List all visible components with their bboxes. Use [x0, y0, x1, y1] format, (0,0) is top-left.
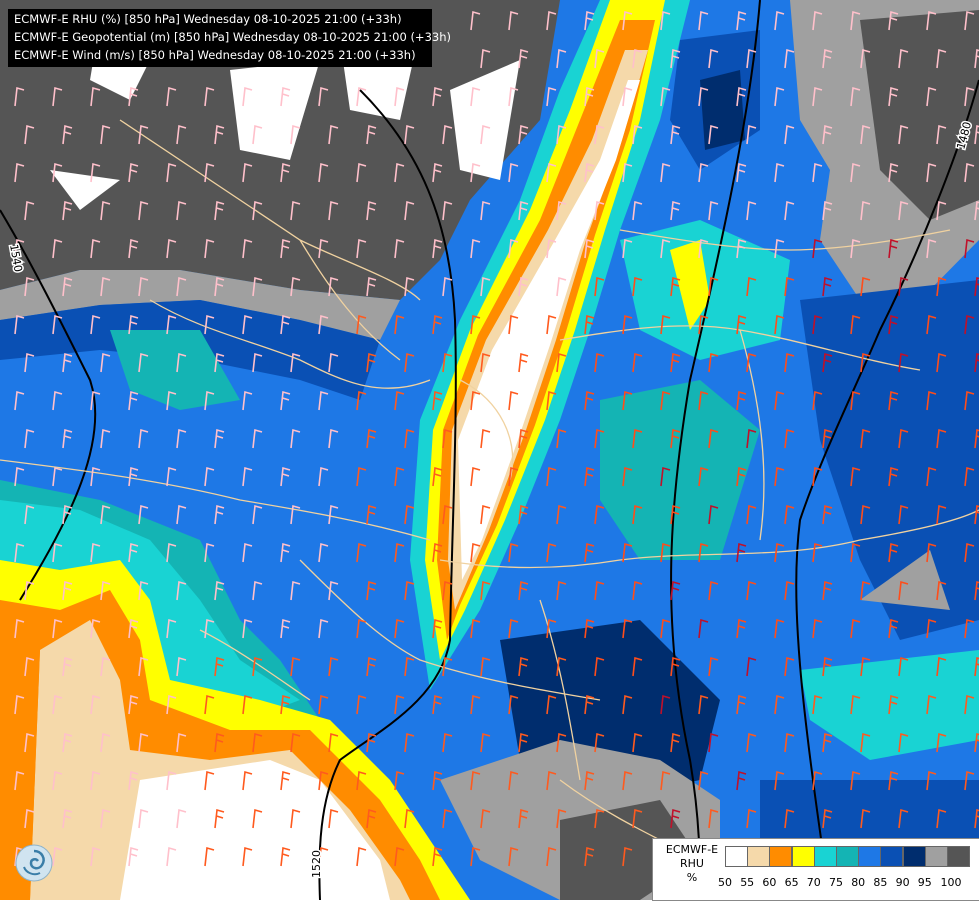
weather-map: 1540 1480 1520 [0, 0, 979, 900]
navy-east-1 [700, 70, 745, 150]
legend-swatch [858, 846, 882, 867]
legend-variable: RHU [680, 857, 704, 870]
legend-swatch [924, 846, 948, 867]
title-wind: ECMWF-E Wind (m/s) [850 hPa] Wednesday 0… [14, 48, 416, 62]
legend-swatch [791, 846, 815, 867]
legend-swatch [880, 846, 904, 867]
title-rhu: ECMWF-E RHU (%) [850 hPa] Wednesday 08-1… [14, 12, 402, 26]
legend-swatch [747, 846, 771, 867]
title-box: ECMWF-E RHU (%) [850 hPa] Wednesday 08-1… [8, 9, 451, 67]
logo-icon [15, 844, 53, 882]
legend-model: ECMWF-E [665, 843, 719, 856]
contour-label-1520: 1520 [310, 850, 323, 878]
legend-swatch [725, 846, 748, 867]
legend-tick: 100 [940, 876, 962, 889]
legend-swatch [813, 846, 837, 867]
legend-tick: 95 [917, 876, 932, 889]
legend-swatch [836, 846, 859, 867]
title-geopotential: ECMWF-E Geopotential (m) [850 hPa] Wedne… [14, 30, 451, 44]
legend-swatch [769, 846, 793, 867]
legend: ECMWF-E RHU % 50 55 60 65 70 75 80 85 90 95 100 [652, 838, 979, 901]
legend-swatch [947, 846, 970, 867]
legend-swatch [902, 846, 926, 867]
